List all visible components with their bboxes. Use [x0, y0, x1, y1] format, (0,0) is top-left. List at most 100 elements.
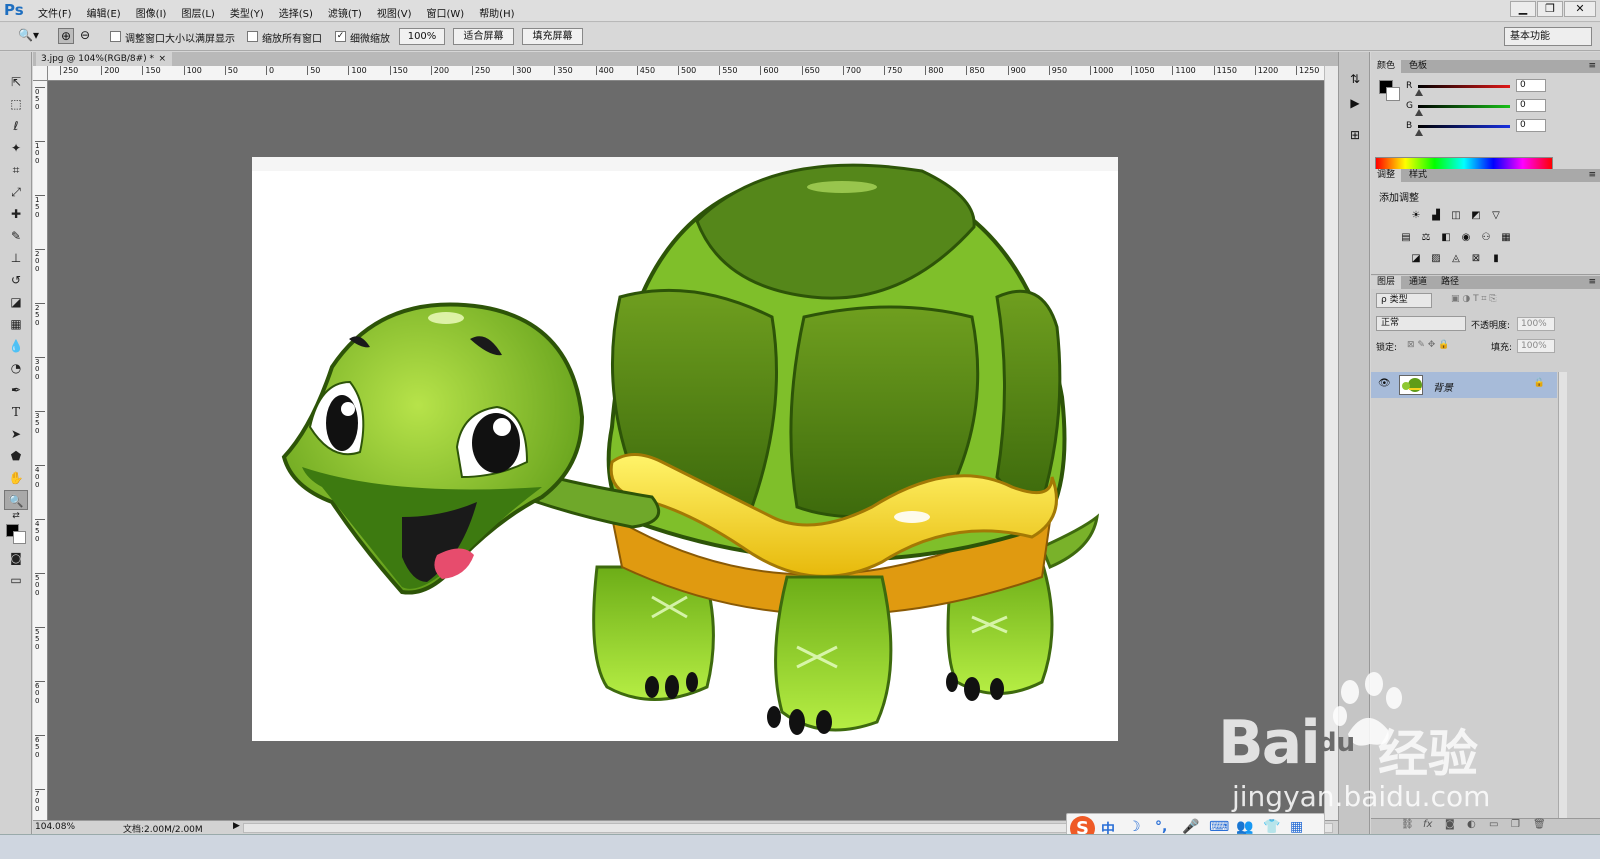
channel-value-field[interactable]: 0 — [1516, 79, 1546, 92]
channel-mixer-icon[interactable]: ⚇ — [1479, 231, 1493, 244]
fill-screen-button[interactable]: 填充屏幕 — [522, 28, 583, 45]
fit-screen-button[interactable]: 适合屏幕 — [453, 28, 514, 45]
tab-styles[interactable]: 样式 — [1403, 169, 1433, 182]
zoom-level[interactable]: 104.08% — [35, 822, 75, 832]
slider-knob[interactable] — [1415, 129, 1423, 136]
gradient-map-icon[interactable]: ▮ — [1489, 252, 1503, 265]
menu-item[interactable]: 选择(S) — [279, 5, 313, 20]
panel-menu-icon[interactable]: ≡ — [1588, 60, 1596, 73]
exposure-icon[interactable]: ◩ — [1469, 209, 1483, 222]
menu-item[interactable]: 文件(F) — [38, 5, 72, 20]
background-color-swatch[interactable] — [1386, 87, 1400, 101]
crop-tool-icon[interactable]: ⌗ — [4, 160, 28, 180]
dodge-tool-icon[interactable]: ◔ — [4, 358, 28, 378]
quick-select-tool-icon[interactable]: ✦ — [4, 138, 28, 158]
channel-value-field[interactable]: 0 — [1516, 119, 1546, 132]
tab-adjustments[interactable]: 调整 — [1371, 169, 1402, 182]
screen-mode-icon[interactable]: ▭ — [4, 570, 28, 590]
path-select-icon[interactable]: ➤ — [4, 424, 28, 444]
photo-filter-icon[interactable]: ◉ — [1459, 231, 1473, 244]
visibility-eye-icon[interactable]: 👁 — [1378, 378, 1391, 389]
zoom-100-button[interactable]: 100% — [399, 28, 445, 45]
hue-saturation-icon[interactable]: ▤ — [1399, 231, 1413, 244]
levels-icon[interactable]: ▟ — [1429, 209, 1443, 222]
fill-field[interactable]: 100% — [1517, 339, 1555, 353]
layer-name[interactable]: 背景 — [1433, 379, 1453, 394]
layer-row[interactable]: 👁 背景 🔒 — [1371, 372, 1557, 398]
panel-menu-icon[interactable]: ≡ — [1588, 169, 1596, 182]
healing-brush-icon[interactable]: ✚ — [4, 204, 28, 224]
opacity-field[interactable]: 100% — [1517, 317, 1555, 331]
menu-item[interactable]: 视图(V) — [377, 5, 412, 20]
channel-slider[interactable] — [1418, 105, 1510, 108]
skin-icon[interactable]: 👕 — [1263, 819, 1280, 835]
resize-windows-checkbox[interactable] — [110, 31, 121, 42]
eyedropper-tool-icon[interactable]: ⤢ — [4, 182, 28, 202]
close-tab-icon[interactable]: × — [158, 52, 166, 66]
vibrance-icon[interactable]: ▽ — [1489, 209, 1503, 222]
color-lookup-icon[interactable]: ▦ — [1499, 231, 1513, 244]
swap-colors-icon[interactable]: ⇄ — [4, 510, 28, 522]
selective-color-icon[interactable]: ⊠ — [1469, 252, 1483, 265]
menu-item[interactable]: 图像(I) — [136, 5, 167, 20]
document-tab[interactable]: 3.jpg @ 104%(RGB/8#) * × — [36, 52, 172, 66]
menu-item[interactable]: 滤镜(T) — [328, 5, 362, 20]
eraser-tool-icon[interactable]: ◪ — [4, 292, 28, 312]
lock-icons[interactable]: ⊠ ✎ ✥ 🔒 — [1407, 340, 1449, 350]
marquee-tool-icon[interactable]: ⬚ — [4, 94, 28, 114]
history-panel-icon[interactable]: ⇅ — [1346, 70, 1364, 88]
status-arrow-icon[interactable]: ▶ — [233, 821, 240, 831]
zoom-tool-preset-icon[interactable]: 🔍▾ — [18, 28, 39, 42]
menu-item[interactable]: 帮助(H) — [479, 5, 514, 20]
filter-icons[interactable]: ▣ ◑ T ⌗ ⎘ — [1451, 294, 1497, 304]
punctuation-icon[interactable]: °, — [1155, 819, 1167, 835]
move-tool-icon[interactable]: ⇱ — [4, 72, 28, 92]
zoom-in-icon[interactable]: ⊕ — [58, 28, 75, 44]
moon-icon[interactable]: ☽ — [1128, 819, 1141, 835]
slider-knob[interactable] — [1415, 109, 1423, 116]
slider-knob[interactable] — [1415, 89, 1423, 96]
hand-tool-icon[interactable]: ✋ — [4, 468, 28, 488]
zoom-all-checkbox[interactable] — [247, 31, 258, 42]
black-white-icon[interactable]: ◧ — [1439, 231, 1453, 244]
grid-icon[interactable]: ▦ — [1290, 819, 1303, 835]
minimize-button[interactable]: ▁ — [1510, 1, 1536, 17]
lasso-tool-icon[interactable]: ℓ — [4, 116, 28, 136]
threshold-icon[interactable]: ◬ — [1449, 252, 1463, 265]
layers-scrollbar[interactable] — [1558, 372, 1567, 820]
channel-value-field[interactable]: 0 — [1516, 99, 1546, 112]
gradient-tool-icon[interactable]: ▦ — [4, 314, 28, 334]
workspace-select[interactable]: 基本功能 — [1504, 27, 1592, 46]
close-button[interactable]: ✕ — [1564, 1, 1596, 17]
actions-panel-icon[interactable]: ▶ — [1346, 94, 1364, 112]
brightness-icon[interactable]: ☀ — [1409, 209, 1423, 222]
invert-icon[interactable]: ◪ — [1409, 252, 1423, 265]
tab-color[interactable]: 颜色 — [1371, 60, 1402, 73]
zoom-out-icon[interactable]: ⊖ — [80, 28, 90, 42]
panel-menu-icon[interactable]: ≡ — [1588, 276, 1596, 289]
layer-kind-filter[interactable]: ρ 类型 — [1376, 293, 1432, 308]
keyboard-icon[interactable]: ⌨ — [1209, 819, 1229, 835]
zoom-tool-icon[interactable]: 🔍 — [4, 490, 28, 510]
brush-tool-icon[interactable]: ✎ — [4, 226, 28, 246]
background-color-swatch[interactable] — [13, 531, 26, 544]
curves-icon[interactable]: ◫ — [1449, 209, 1463, 222]
tab-layers[interactable]: 图层 — [1371, 276, 1402, 289]
blur-tool-icon[interactable]: 💧 — [4, 336, 28, 356]
tab-channels[interactable]: 通道 — [1403, 276, 1433, 289]
restore-button[interactable]: ❐ — [1537, 1, 1563, 17]
quick-mask-icon[interactable]: ◙ — [4, 548, 28, 568]
menu-item[interactable]: 编辑(E) — [87, 5, 121, 20]
history-brush-icon[interactable]: ↺ — [4, 270, 28, 290]
delete-layer-icon[interactable]: 🗑 — [1533, 819, 1546, 830]
menu-item[interactable]: 类型(Y) — [230, 5, 264, 20]
menu-item[interactable]: 窗口(W) — [426, 5, 464, 20]
pen-tool-icon[interactable]: ✒ — [4, 380, 28, 400]
posterize-icon[interactable]: ▨ — [1429, 252, 1443, 265]
microphone-icon[interactable]: 🎤 — [1182, 819, 1199, 835]
channel-slider[interactable] — [1418, 125, 1510, 128]
tab-swatches[interactable]: 色板 — [1403, 60, 1433, 73]
shape-tool-icon[interactable]: ⬟ — [4, 446, 28, 466]
properties-panel-icon[interactable]: ⊞ — [1346, 126, 1364, 144]
stamp-tool-icon[interactable]: ⊥ — [4, 248, 28, 268]
